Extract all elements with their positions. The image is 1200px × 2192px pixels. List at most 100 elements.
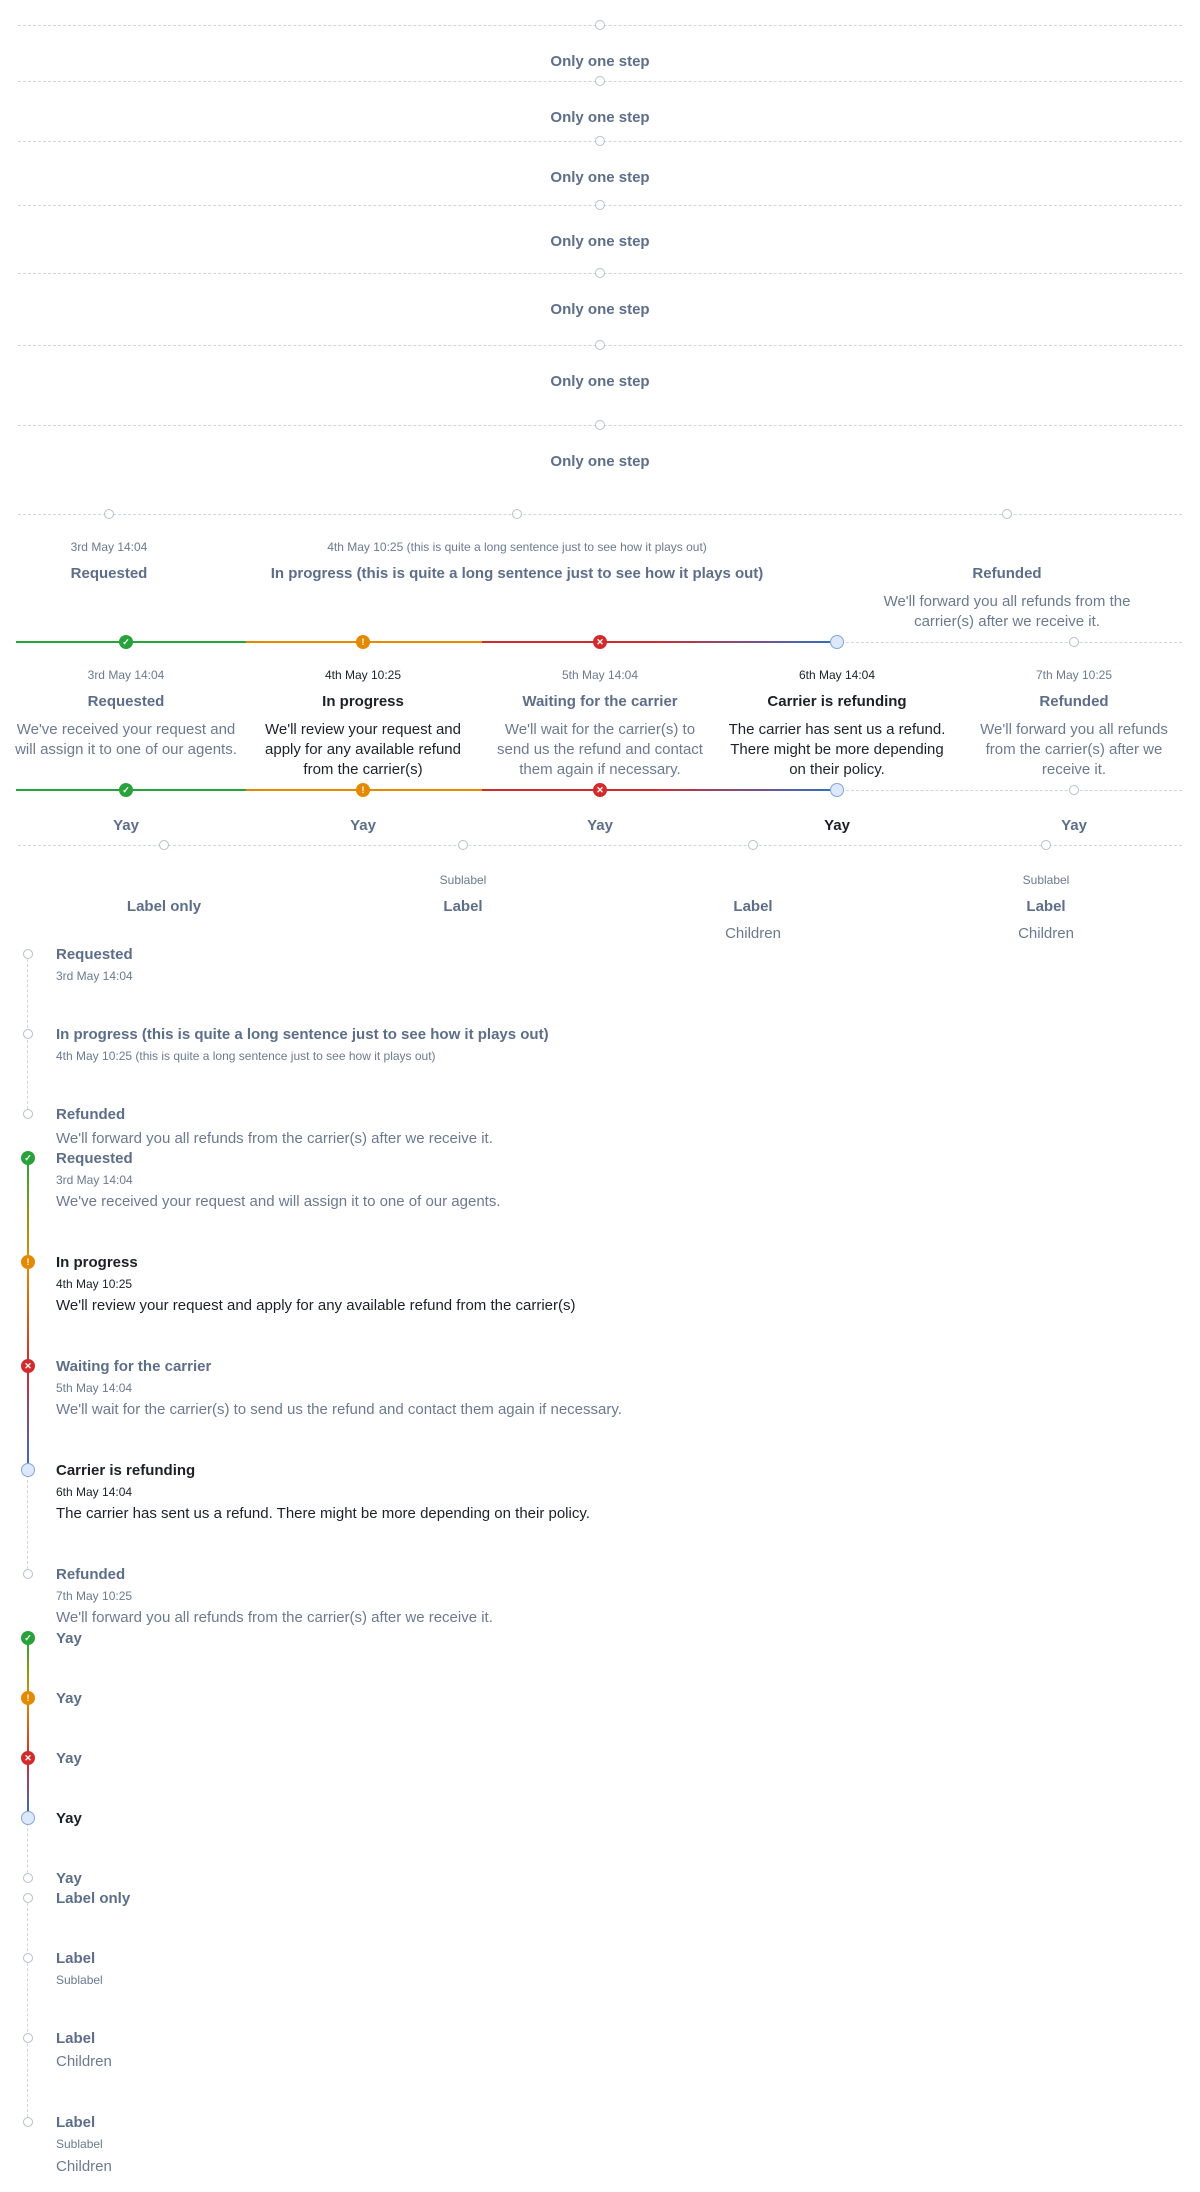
step-date: 7th May 10:25 — [56, 1589, 133, 1603]
close-icon: ✕ — [593, 635, 607, 649]
step-label: Requested — [70, 565, 148, 582]
step-label: Refunded — [56, 1106, 126, 1123]
step-children: Children — [56, 2158, 112, 2175]
step-label: Label — [56, 2114, 96, 2131]
step-dot — [512, 509, 522, 519]
step-label: Requested — [56, 1150, 133, 1167]
step-description: We'll review your request and apply for … — [56, 1297, 576, 1314]
step-date: 4th May 10:25 (this is quite a long sent… — [327, 540, 707, 554]
step-date: 4th May 10:25 (this is quite a long sent… — [56, 1049, 436, 1063]
step-label: Requested — [87, 693, 165, 710]
step-description: We'll forward you all refunds from the c… — [883, 593, 1131, 630]
step-date: 6th May 14:04 — [56, 1485, 133, 1499]
step-children: Children — [1018, 925, 1074, 942]
ring-icon — [21, 1811, 35, 1825]
segment-pending — [27, 1818, 28, 1878]
step-label: Yay — [56, 1690, 82, 1707]
step-label: Yay — [824, 817, 850, 834]
check-icon: ✓ — [21, 1631, 35, 1645]
step-label: Carrier is refunding — [56, 1462, 196, 1479]
step-date: 4th May 10:25 — [56, 1277, 133, 1291]
segment-warning-to-critical — [27, 1262, 29, 1366]
segment-critical-to-info — [27, 1758, 29, 1818]
exclamation-icon: ! — [356, 783, 370, 797]
step-description: We've received your request and will ass… — [56, 1193, 501, 1210]
segment-critical-to-info — [27, 1366, 29, 1470]
step-label: Label only — [56, 1890, 131, 1907]
step-label: Waiting for the carrier — [522, 693, 678, 710]
step-label: In progress (this is quite a long senten… — [56, 1026, 549, 1043]
step-label: Yay — [1061, 817, 1087, 834]
step-dot — [104, 509, 114, 519]
step-description: We'll forward you all refunds from the c… — [56, 1130, 493, 1147]
step-date: 4th May 10:25 — [324, 668, 402, 682]
step-sublabel: Sublabel — [56, 2137, 103, 2151]
step-dot — [1002, 509, 1012, 519]
step-dot — [595, 20, 605, 30]
step-dot — [595, 200, 605, 210]
step-dot — [23, 949, 33, 959]
step-date: 5th May 14:04 — [561, 668, 639, 682]
step-children: Children — [725, 925, 781, 942]
step-dot — [458, 840, 468, 850]
check-icon: ✓ — [21, 1151, 35, 1165]
step-dot — [23, 2117, 33, 2127]
step-description: We'll forward you all refunds from the c… — [56, 1609, 493, 1626]
step-label: Label — [443, 898, 483, 915]
step-date: 3rd May 14:04 — [56, 1173, 133, 1187]
step-label: In progress — [322, 693, 404, 710]
close-icon: ✕ — [21, 1359, 35, 1373]
vertical-line — [27, 1898, 28, 2122]
step-dot — [23, 2033, 33, 2043]
step-label: In progress (this is quite a long senten… — [270, 565, 764, 582]
step-label: Only one step — [550, 169, 650, 186]
step-dot — [595, 268, 605, 278]
step-label: Yay — [350, 817, 376, 834]
step-sublabel: Sublabel — [439, 873, 487, 887]
step-label: Yay — [56, 1630, 82, 1647]
step-description: We'll review your request and apply for … — [264, 721, 461, 778]
segment-pending — [27, 1470, 28, 1574]
segment-critical-to-info — [650, 641, 836, 643]
step-sublabel: Sublabel — [1022, 873, 1070, 887]
step-description: We'll wait for the carrier(s) to send us… — [497, 721, 703, 778]
empty-circle-icon — [1069, 637, 1079, 647]
step-label: Refunded — [972, 565, 1042, 582]
step-description: We've received your request and will ass… — [15, 721, 237, 758]
step-date: 3rd May 14:04 — [56, 969, 133, 983]
step-date: 5th May 14:04 — [56, 1381, 133, 1395]
segment-success-to-warning — [27, 1638, 29, 1698]
step-label: Refunded — [56, 1566, 126, 1583]
step-dot — [748, 840, 758, 850]
empty-circle-icon — [23, 1873, 33, 1883]
step-label: Yay — [113, 817, 139, 834]
step-label: Refunded — [1039, 693, 1109, 710]
step-label: Waiting for the carrier — [56, 1358, 212, 1375]
step-label: Label — [733, 898, 773, 915]
step-dot — [595, 340, 605, 350]
segment-critical — [482, 641, 650, 643]
step-label: Only one step — [550, 453, 650, 470]
step-dot — [595, 136, 605, 146]
segment-critical-to-info — [650, 789, 836, 791]
step-label: Carrier is refunding — [767, 693, 907, 710]
step-label: Only one step — [550, 53, 650, 70]
step-label: Label — [1026, 898, 1066, 915]
step-label: Yay — [56, 1750, 82, 1767]
step-dot — [595, 76, 605, 86]
step-label: Requested — [56, 946, 133, 963]
step-label: Label — [56, 1950, 96, 1967]
step-label: Yay — [56, 1870, 82, 1887]
step-dot — [23, 1953, 33, 1963]
check-icon: ✓ — [119, 783, 133, 797]
close-icon: ✕ — [21, 1751, 35, 1765]
step-date: 7th May 10:25 — [1035, 668, 1113, 682]
step-date: 3rd May 14:04 — [70, 540, 148, 554]
segment-pending — [836, 642, 1182, 643]
segment-success-to-warning — [27, 1158, 29, 1262]
step-label: Only one step — [550, 109, 650, 126]
check-icon: ✓ — [119, 635, 133, 649]
step-description: We'll forward you all refunds from the c… — [980, 721, 1168, 778]
step-description: The carrier has sent us a refund. There … — [56, 1505, 590, 1522]
step-label: Yay — [587, 817, 613, 834]
